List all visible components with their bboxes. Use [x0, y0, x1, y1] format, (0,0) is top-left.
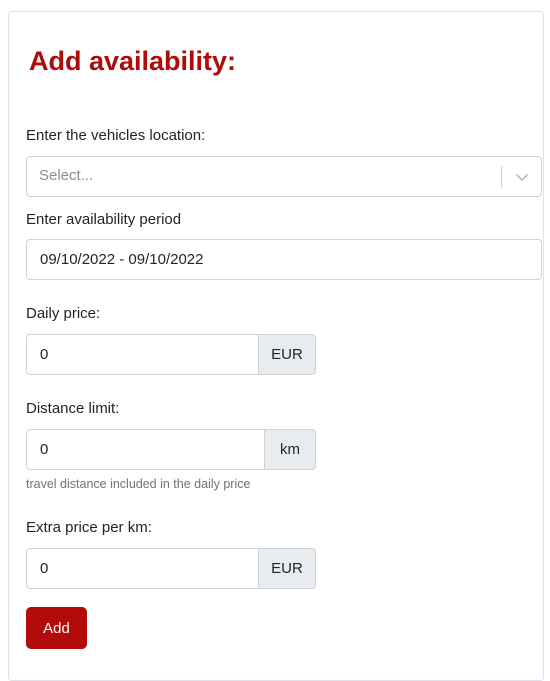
location-select[interactable]: Select...	[26, 156, 542, 197]
extra-price-unit: EUR	[259, 548, 316, 589]
add-button[interactable]: Add	[26, 607, 87, 649]
extra-price-label: Extra price per km:	[26, 519, 152, 536]
daily-price-input[interactable]	[26, 334, 259, 375]
select-separator	[501, 166, 502, 188]
daily-price-label: Daily price:	[26, 305, 101, 322]
extra-price-input[interactable]	[26, 548, 259, 589]
distance-limit-input[interactable]	[26, 429, 265, 470]
daily-price-unit: EUR	[259, 334, 316, 375]
page-title: Add availability:	[29, 46, 237, 76]
availability-period-input[interactable]	[26, 239, 542, 280]
distance-limit-unit: km	[265, 429, 316, 470]
distance-limit-help-text: travel distance included in the daily pr…	[26, 477, 251, 491]
period-label: Enter availability period	[26, 211, 182, 228]
distance-limit-label: Distance limit:	[26, 400, 120, 417]
location-select-placeholder: Select...	[39, 167, 94, 184]
location-label: Enter the vehicles location:	[26, 127, 206, 144]
chevron-down-icon[interactable]	[511, 166, 533, 188]
